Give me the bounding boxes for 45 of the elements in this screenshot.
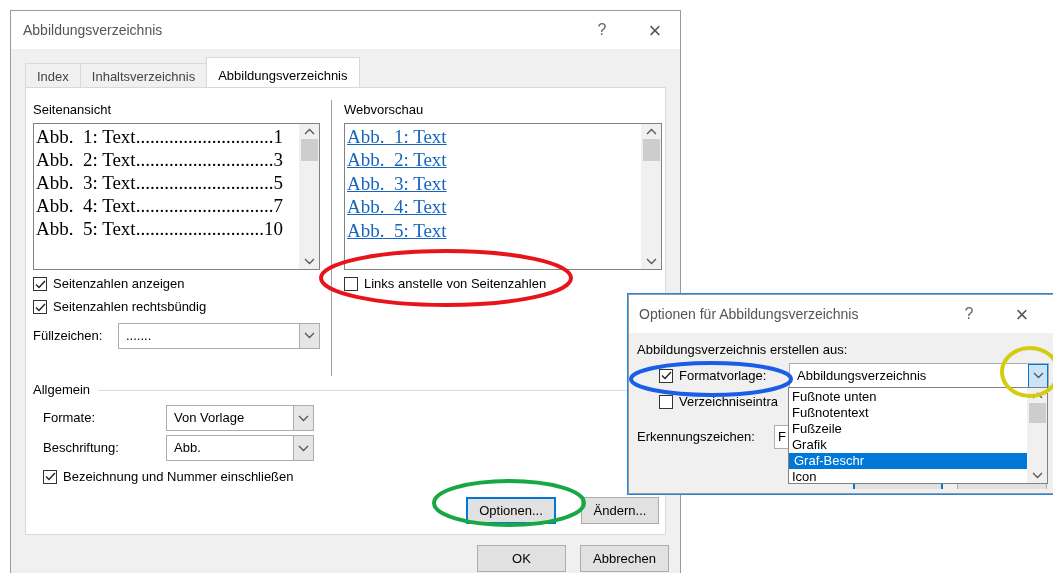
toc-entry: Abb. 4: Text.............................7: [36, 193, 284, 217]
preview-link[interactable]: Abb. 2: Text: [347, 149, 447, 170]
preview-link[interactable]: Abb. 4: Text: [347, 196, 447, 217]
checkbox-label: Bezeichnung und Nummer einschließen: [63, 467, 294, 486]
dropdown-option[interactable]: Graf-Beschr: [789, 453, 1027, 469]
field-label: Füllzeichen:: [33, 326, 104, 345]
dropdown-option[interactable]: Fußnotentext: [789, 405, 1027, 421]
field-label: Formate:: [43, 409, 96, 428]
preview-link[interactable]: Abb. 1: Text: [347, 125, 447, 147]
preview-link[interactable]: Abb. 3: Text: [347, 172, 447, 194]
select-field[interactable]: Von Vorlage: [166, 405, 314, 431]
window-title: Optionen für Abbildungsverzeichnis: [639, 304, 860, 324]
dropdown-option[interactable]: Grafik: [789, 437, 1027, 453]
help-button[interactable]: ?: [574, 18, 630, 42]
preview-link[interactable]: Abb. 5: Text: [347, 219, 447, 241]
push-button[interactable]: Ändern...: [581, 497, 659, 524]
group-label: Abbildungsverzeichnis erstellen aus:: [637, 341, 849, 356]
toc-entry: Abb. 3: Text.............................5: [36, 170, 284, 194]
dropdown-option[interactable]: Fußnote unten: [789, 389, 1027, 405]
section-label: Webvorschau: [344, 101, 425, 119]
checkbox-label: Formatvorlage:: [679, 366, 767, 385]
select-field[interactable]: Abb.: [166, 435, 314, 461]
dropdown-option[interactable]: Fußzeile: [789, 421, 1027, 437]
toc-entry: Abb. 1: Text.............................1: [36, 124, 284, 148]
tab[interactable]: Index: [25, 63, 81, 87]
field-label: Erkennungszeichen:: [637, 428, 756, 447]
checkbox-label: Verzeichniseintra: [679, 392, 778, 411]
help-button[interactable]: ?: [941, 302, 997, 326]
dropdown-option[interactable]: Icon: [789, 469, 1027, 485]
section-label: Seitenansicht: [33, 101, 113, 119]
group-label: Allgemein: [33, 381, 91, 400]
toc-entry: Abb. 2: Text.............................3: [36, 147, 284, 171]
window-title: Abbildungsverzeichnis: [23, 20, 164, 40]
fill-char-select[interactable]: .......: [118, 322, 320, 349]
field-label: Beschriftung:: [43, 439, 120, 458]
style-select[interactable]: Abbildungsverzeichnis: [789, 363, 1049, 388]
close-button[interactable]: ×: [630, 13, 680, 47]
checkbox-label: Seitenzahlen rechtsbündig: [53, 298, 207, 317]
toc-entry: Abb. 5: Text...........................10: [36, 216, 284, 240]
close-button[interactable]: ×: [997, 297, 1047, 331]
dialog-button[interactable]: Abbrechen: [580, 545, 669, 572]
checkbox-label: Seitenzahlen anzeigen: [53, 275, 185, 294]
dialog-button[interactable]: OK: [477, 545, 566, 572]
checkbox-label: Links anstelle von Seitenzahlen: [364, 275, 547, 294]
tab[interactable]: Abbildungsverzeichnis: [206, 57, 360, 87]
